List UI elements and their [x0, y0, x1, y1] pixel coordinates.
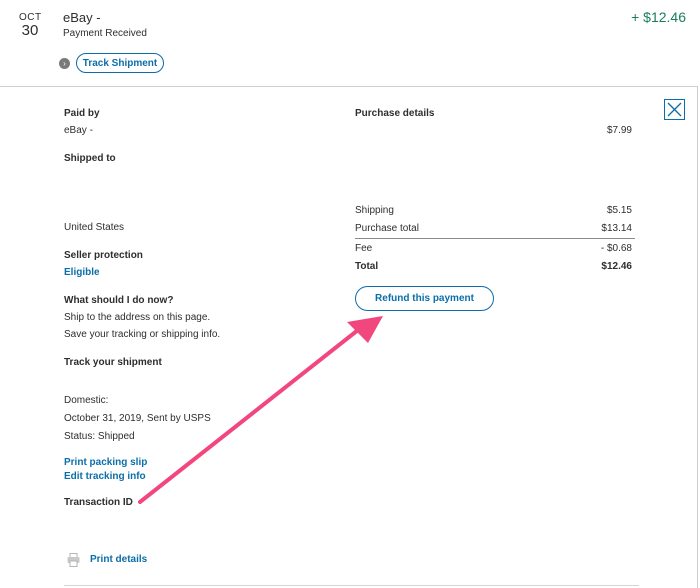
annotation-arrow-icon [138, 316, 383, 504]
